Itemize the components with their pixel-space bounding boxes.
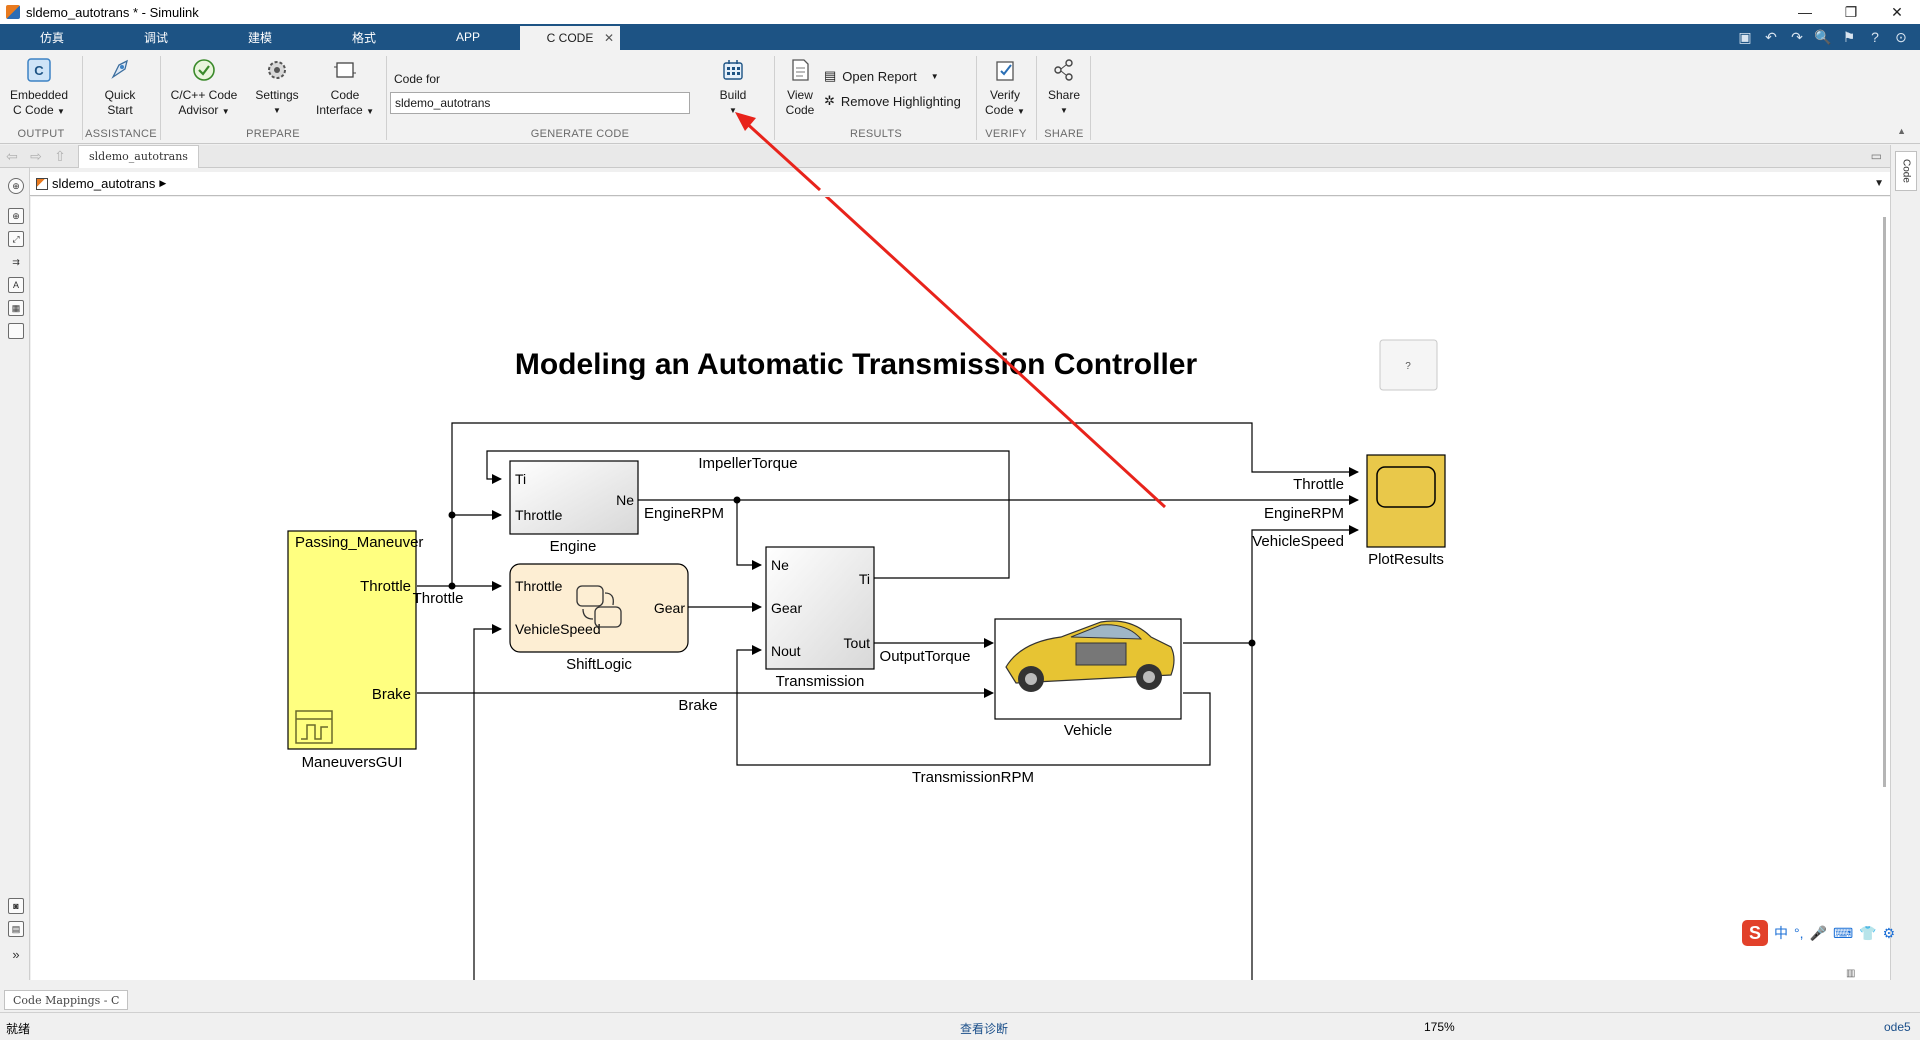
signal-builder-icon bbox=[295, 710, 333, 744]
help-label: ? bbox=[1405, 361, 1411, 372]
sogou-logo-icon[interactable]: S bbox=[1742, 920, 1768, 946]
maneuvers-gui-block[interactable]: Passing_Maneuver Throttle Brake Maneuver… bbox=[287, 530, 423, 771]
transmission-gear-port: Gear bbox=[771, 600, 802, 616]
brake-signal-label: Brake bbox=[678, 697, 717, 714]
transmission-block[interactable]: Ne Gear Nout Ti Tout Transmission bbox=[765, 546, 875, 690]
transmission-nout-port: Nout bbox=[771, 643, 801, 659]
maneuvers-brake-port: Brake bbox=[372, 686, 411, 703]
code-mappings-tab[interactable]: Code Mappings - C bbox=[4, 990, 129, 1010]
help-block[interactable]: ? bbox=[1379, 339, 1438, 391]
annotation-icon[interactable]: A bbox=[8, 277, 24, 293]
vehicle-name: Vehicle bbox=[1064, 722, 1112, 739]
shiftlogic-block[interactable]: Throttle VehicleSpeed Gear ShiftLogic bbox=[509, 563, 689, 673]
fit-to-view-icon[interactable]: ⤢ bbox=[8, 231, 24, 247]
ime-lang-icon[interactable]: 中 bbox=[1774, 923, 1788, 943]
zoom-icon[interactable]: ⊕ bbox=[8, 208, 24, 224]
view-diagnostics-link[interactable]: 查看诊断 bbox=[960, 1020, 1008, 1037]
maneuvers-header: Passing_Maneuver bbox=[295, 534, 423, 551]
plot-engine-rpm-label: EngineRPM bbox=[1264, 505, 1344, 522]
throttle-signal-label: Throttle bbox=[413, 590, 464, 607]
plotresults-name: PlotResults bbox=[1368, 551, 1444, 568]
shiftlogic-gear-port: Gear bbox=[654, 600, 685, 616]
engine-ne-port: Ne bbox=[616, 492, 634, 508]
maneuvers-name: ManeuversGUI bbox=[302, 754, 403, 771]
left-palette: ⊕ ⊕ ⤢ ⇉ A ▦ ◙ ▤ » bbox=[0, 168, 30, 980]
plot-throttle-label: Throttle bbox=[1293, 476, 1344, 493]
image-icon[interactable]: ▦ bbox=[8, 300, 24, 316]
simulink-window: sldemo_autotrans * - Simulink — ❐ ✕ 仿真 调… bbox=[0, 0, 1920, 1040]
ime-punct-icon[interactable]: °, bbox=[1794, 925, 1804, 941]
engine-block[interactable]: Ti Throttle Ne Engine bbox=[509, 460, 639, 555]
vehicle-block[interactable]: Vehicle bbox=[994, 618, 1182, 739]
annotation-arrowhead bbox=[735, 112, 822, 192]
engine-rpm-label: EngineRPM bbox=[644, 505, 724, 522]
shiftlogic-name: ShiftLogic bbox=[566, 656, 632, 673]
status-ready: 就绪 bbox=[6, 1022, 31, 1036]
area-icon[interactable] bbox=[8, 323, 24, 339]
shiftlogic-throttle-port: Throttle bbox=[515, 578, 563, 594]
microphone-icon[interactable]: 🎤 bbox=[1810, 925, 1827, 942]
resize-grip-icon[interactable]: ▥ bbox=[1846, 968, 1855, 979]
ime-settings-icon[interactable]: ⚙ bbox=[1883, 925, 1896, 942]
transmission-tout-port: Tout bbox=[844, 635, 871, 651]
right-sidebar: Code bbox=[1890, 145, 1920, 980]
engine-name: Engine bbox=[550, 538, 597, 555]
plotresults-scope-block[interactable]: PlotResults bbox=[1366, 454, 1446, 568]
engine-throttle-port: Throttle bbox=[515, 507, 563, 523]
keyboard-icon[interactable]: ⌨ bbox=[1833, 925, 1853, 942]
shiftlogic-speed-port: VehicleSpeed bbox=[515, 621, 601, 637]
transmission-name: Transmission bbox=[776, 673, 865, 690]
zoom-level: 175% bbox=[1424, 1020, 1455, 1034]
impeller-torque-label: ImpellerTorque bbox=[698, 455, 797, 472]
plot-vehicle-speed-label: VehicleSpeed bbox=[1252, 533, 1344, 550]
transmission-ti-port: Ti bbox=[859, 571, 870, 587]
transmission-ne-port: Ne bbox=[771, 557, 789, 573]
vertical-scrollbar[interactable] bbox=[1883, 217, 1886, 787]
solver-link[interactable]: ode5 bbox=[1884, 1020, 1911, 1034]
engine-ti-port: Ti bbox=[515, 471, 526, 487]
hierarchy-icon[interactable]: ▤ bbox=[8, 921, 24, 937]
output-torque-label: OutputTorque bbox=[880, 648, 971, 665]
transmission-rpm-label: TransmissionRPM bbox=[912, 769, 1034, 786]
camera-icon[interactable]: ◙ bbox=[8, 898, 24, 914]
status-bar: 就绪 查看诊断 175% ode5 bbox=[0, 1012, 1920, 1040]
ime-toolbar: S 中 °, 🎤 ⌨ 👕 ⚙ bbox=[1742, 920, 1895, 946]
model-canvas[interactable]: Modeling an Automatic Transmission Contr… bbox=[31, 197, 1890, 980]
diagram-title: Modeling an Automatic Transmission Contr… bbox=[515, 348, 1198, 381]
skin-icon[interactable]: 👕 bbox=[1859, 925, 1876, 942]
maneuvers-throttle-port: Throttle bbox=[360, 578, 411, 595]
block-diagram: Modeling an Automatic Transmission Contr… bbox=[287, 197, 1446, 980]
expand-palette-icon[interactable]: » bbox=[8, 946, 24, 962]
arrow-right-icon[interactable]: ⇉ bbox=[8, 254, 24, 270]
